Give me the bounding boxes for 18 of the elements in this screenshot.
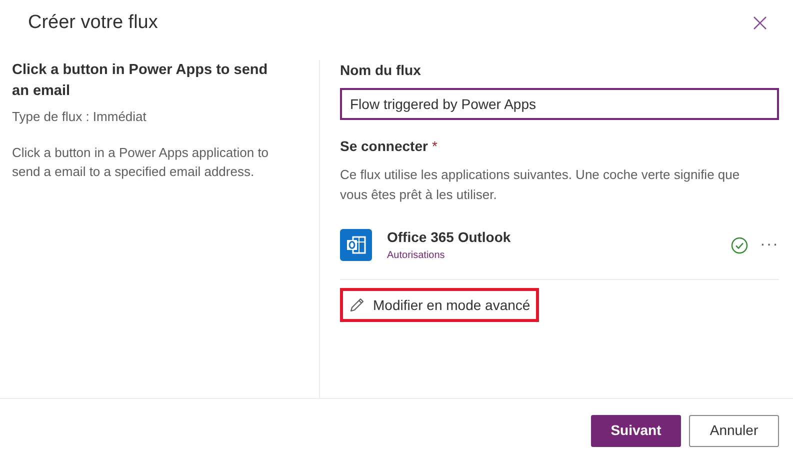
required-mark: *: [432, 137, 438, 156]
template-title: Click a button in Power Apps to send an email: [12, 61, 269, 101]
close-icon[interactable]: [753, 16, 767, 30]
connect-help: Ce flux utilise les applications suivantes. Une coche verte signifie que vous êtes prêt à les utiliser.: [340, 166, 741, 204]
flow-name-field[interactable]: Flow triggered by Power Apps: [340, 88, 779, 120]
dialog-title: Créer votre flux: [28, 10, 158, 35]
outlook-app-icon: [340, 229, 372, 261]
pencil-icon: [349, 297, 365, 313]
edit-advanced-link[interactable]: Modifier en mode avancé: [340, 288, 540, 322]
permissions-link[interactable]: Autorisations: [387, 248, 732, 263]
flow-name-label: Nom du flux: [340, 61, 422, 80]
more-options-button[interactable]: ···: [760, 233, 779, 257]
next-button[interactable]: Suivant: [591, 414, 681, 446]
template-description: Click a button in a Power Apps application to send a email to a specified email address.: [12, 144, 270, 180]
connector-name: Office 365 Outlook: [387, 228, 512, 247]
flow-type: Type de flux : Immédiat: [12, 108, 148, 126]
cancel-button[interactable]: Annuler: [689, 414, 779, 446]
connect-label: Se connecter: [340, 137, 428, 156]
